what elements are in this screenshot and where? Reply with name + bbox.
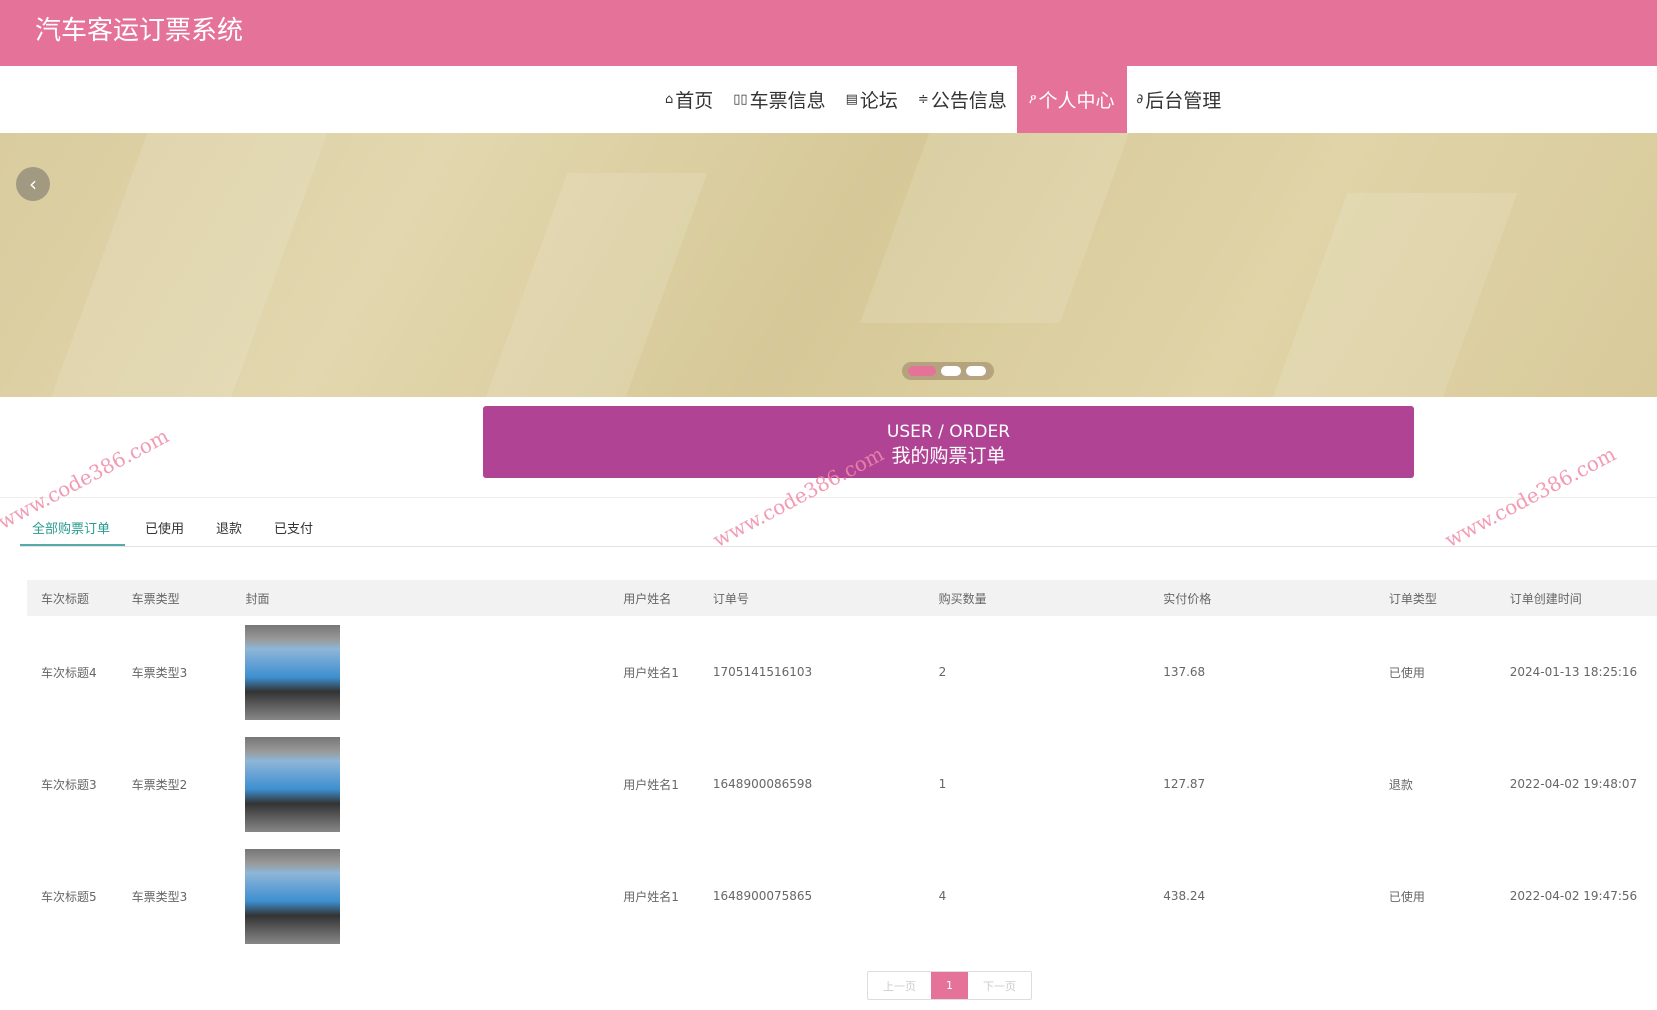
nav-item-label: 首页 (675, 90, 714, 112)
table-cell: 1648900086598 (712, 777, 813, 791)
nav-item-3[interactable]: ≑ 公告信息 (908, 66, 1017, 133)
table-cell: 车次标题4 (41, 665, 97, 680)
nav-item-4[interactable]: ዖ 个人中心 (1016, 66, 1127, 133)
bus-cover-image[interactable] (245, 848, 341, 944)
table-cell: 2024-01-13 18:25:16 (1509, 665, 1638, 679)
bus-cover-image[interactable] (245, 624, 341, 720)
column-header: 购买数量 (924, 580, 1150, 616)
table-cell: 2 (938, 665, 947, 679)
column-header: 车次标题 (27, 580, 118, 616)
table-row: 车次标题5 车票类型3 用户姓名1 1648900075865 4 438.24 已使用 20… (27, 840, 1657, 952)
nav-item-1[interactable]: ▯▯ 车票信息 (723, 66, 835, 133)
carousel-dot[interactable] (908, 366, 936, 376)
table-cell: 用户姓名1 (623, 777, 679, 792)
link-icon: ∂ (1136, 92, 1144, 107)
divider (0, 497, 1657, 498)
table-cell: 车次标题3 (41, 777, 97, 792)
nav-item-5[interactable]: ∂ 后台管理 (1127, 66, 1232, 133)
tab-2[interactable]: 退款 (204, 512, 254, 546)
table-cell: 已使用 (1388, 665, 1425, 680)
table-cell: 2022-04-02 19:48:07 (1509, 777, 1638, 791)
order-tabs: 全部购票订单 已使用 退款 已支付 (20, 512, 1657, 547)
forum-icon: ▤ (845, 92, 858, 107)
column-header: 订单创建时间 (1495, 580, 1657, 616)
sliders-icon: ≑ (917, 92, 929, 107)
table-cell: 退款 (1388, 777, 1413, 792)
cover-cell (231, 840, 609, 952)
table-cell: 438.24 (1163, 889, 1206, 903)
ticket-icon: ▯▯ (733, 92, 748, 107)
section-title: USER / ORDER 我的购票订单 (483, 406, 1414, 478)
page-1-button[interactable]: 1 (931, 972, 968, 999)
bus-cover-image[interactable] (245, 736, 341, 832)
table-cell: 用户姓名1 (623, 665, 679, 680)
carousel-prev-button[interactable]: ‹ (16, 167, 50, 201)
cover-cell (231, 616, 609, 728)
next-page-button[interactable]: 下一页 (968, 972, 1031, 999)
nav-item-label: 论坛 (859, 90, 898, 112)
nav-item-label: 车票信息 (749, 90, 826, 112)
nav-item-2[interactable]: ▤ 论坛 (836, 66, 908, 133)
table-cell: 4 (938, 889, 947, 903)
table-row: 车次标题4 车票类型3 用户姓名1 1705141516103 2 137.68 已使用 20… (27, 616, 1657, 728)
table-cell: 1648900075865 (712, 889, 813, 903)
column-header: 封面 (231, 580, 610, 616)
table-cell: 127.87 (1163, 777, 1206, 791)
prev-page-button[interactable]: 上一页 (868, 972, 931, 999)
table-row: 车次标题3 车票类型2 用户姓名1 1648900086598 1 127.87 退款 202… (27, 728, 1657, 840)
carousel-dot[interactable] (941, 366, 961, 376)
table-cell: 已使用 (1388, 889, 1425, 904)
table-cell: 2022-04-02 19:47:56 (1509, 889, 1638, 903)
column-header: 用户姓名 (609, 580, 699, 616)
table-cell: 车票类型2 (131, 777, 188, 792)
carousel-indicators (902, 362, 994, 380)
banner-carousel: ‹ (0, 133, 1657, 397)
section-title-cn: 我的购票订单 (891, 445, 1006, 467)
site-title: 汽车客运订票系统 (35, 16, 244, 46)
home-icon: ⌂ (665, 92, 674, 107)
nav-item-label: 个人中心 (1038, 90, 1115, 112)
site-header: 汽车客运订票系统 (0, 0, 1657, 66)
pagination: 上一页 1 下一页 (867, 971, 1032, 1000)
main-nav: ⌂ 首页 ▯▯ 车票信息 ▤ 论坛 ≑ 公告信息 ዖ 个人中心 ∂ 后台管理 (0, 66, 1657, 133)
tab-1[interactable]: 已使用 (133, 512, 196, 546)
table-cell: 车次标题5 (41, 889, 97, 904)
orders-table: 车次标题 车票类型 封面 用户姓名 订单号 购买数量 实付价格 订单类型 订单创建时间 车次标题… (27, 580, 1657, 952)
column-header: 车票类型 (117, 580, 232, 616)
column-header: 实付价格 (1149, 580, 1375, 616)
cover-cell (231, 728, 609, 840)
table-cell: 137.68 (1163, 665, 1206, 679)
nav-item-label: 公告信息 (930, 90, 1007, 112)
table-cell: 车票类型3 (131, 665, 188, 680)
column-header: 订单类型 (1374, 580, 1496, 616)
carousel-dot[interactable] (966, 366, 986, 376)
table-cell: 1 (938, 777, 947, 791)
tab-3[interactable]: 已支付 (262, 512, 325, 546)
column-header: 订单号 (698, 580, 925, 616)
user-icon: ዖ (1028, 92, 1037, 107)
table-cell: 用户姓名1 (623, 889, 679, 904)
table-cell: 1705141516103 (712, 665, 813, 679)
section-title-en: USER / ORDER (886, 422, 1011, 442)
table-cell: 车票类型3 (131, 889, 188, 904)
nav-item-0[interactable]: ⌂ 首页 (655, 66, 723, 133)
nav-item-label: 后台管理 (1145, 90, 1222, 112)
